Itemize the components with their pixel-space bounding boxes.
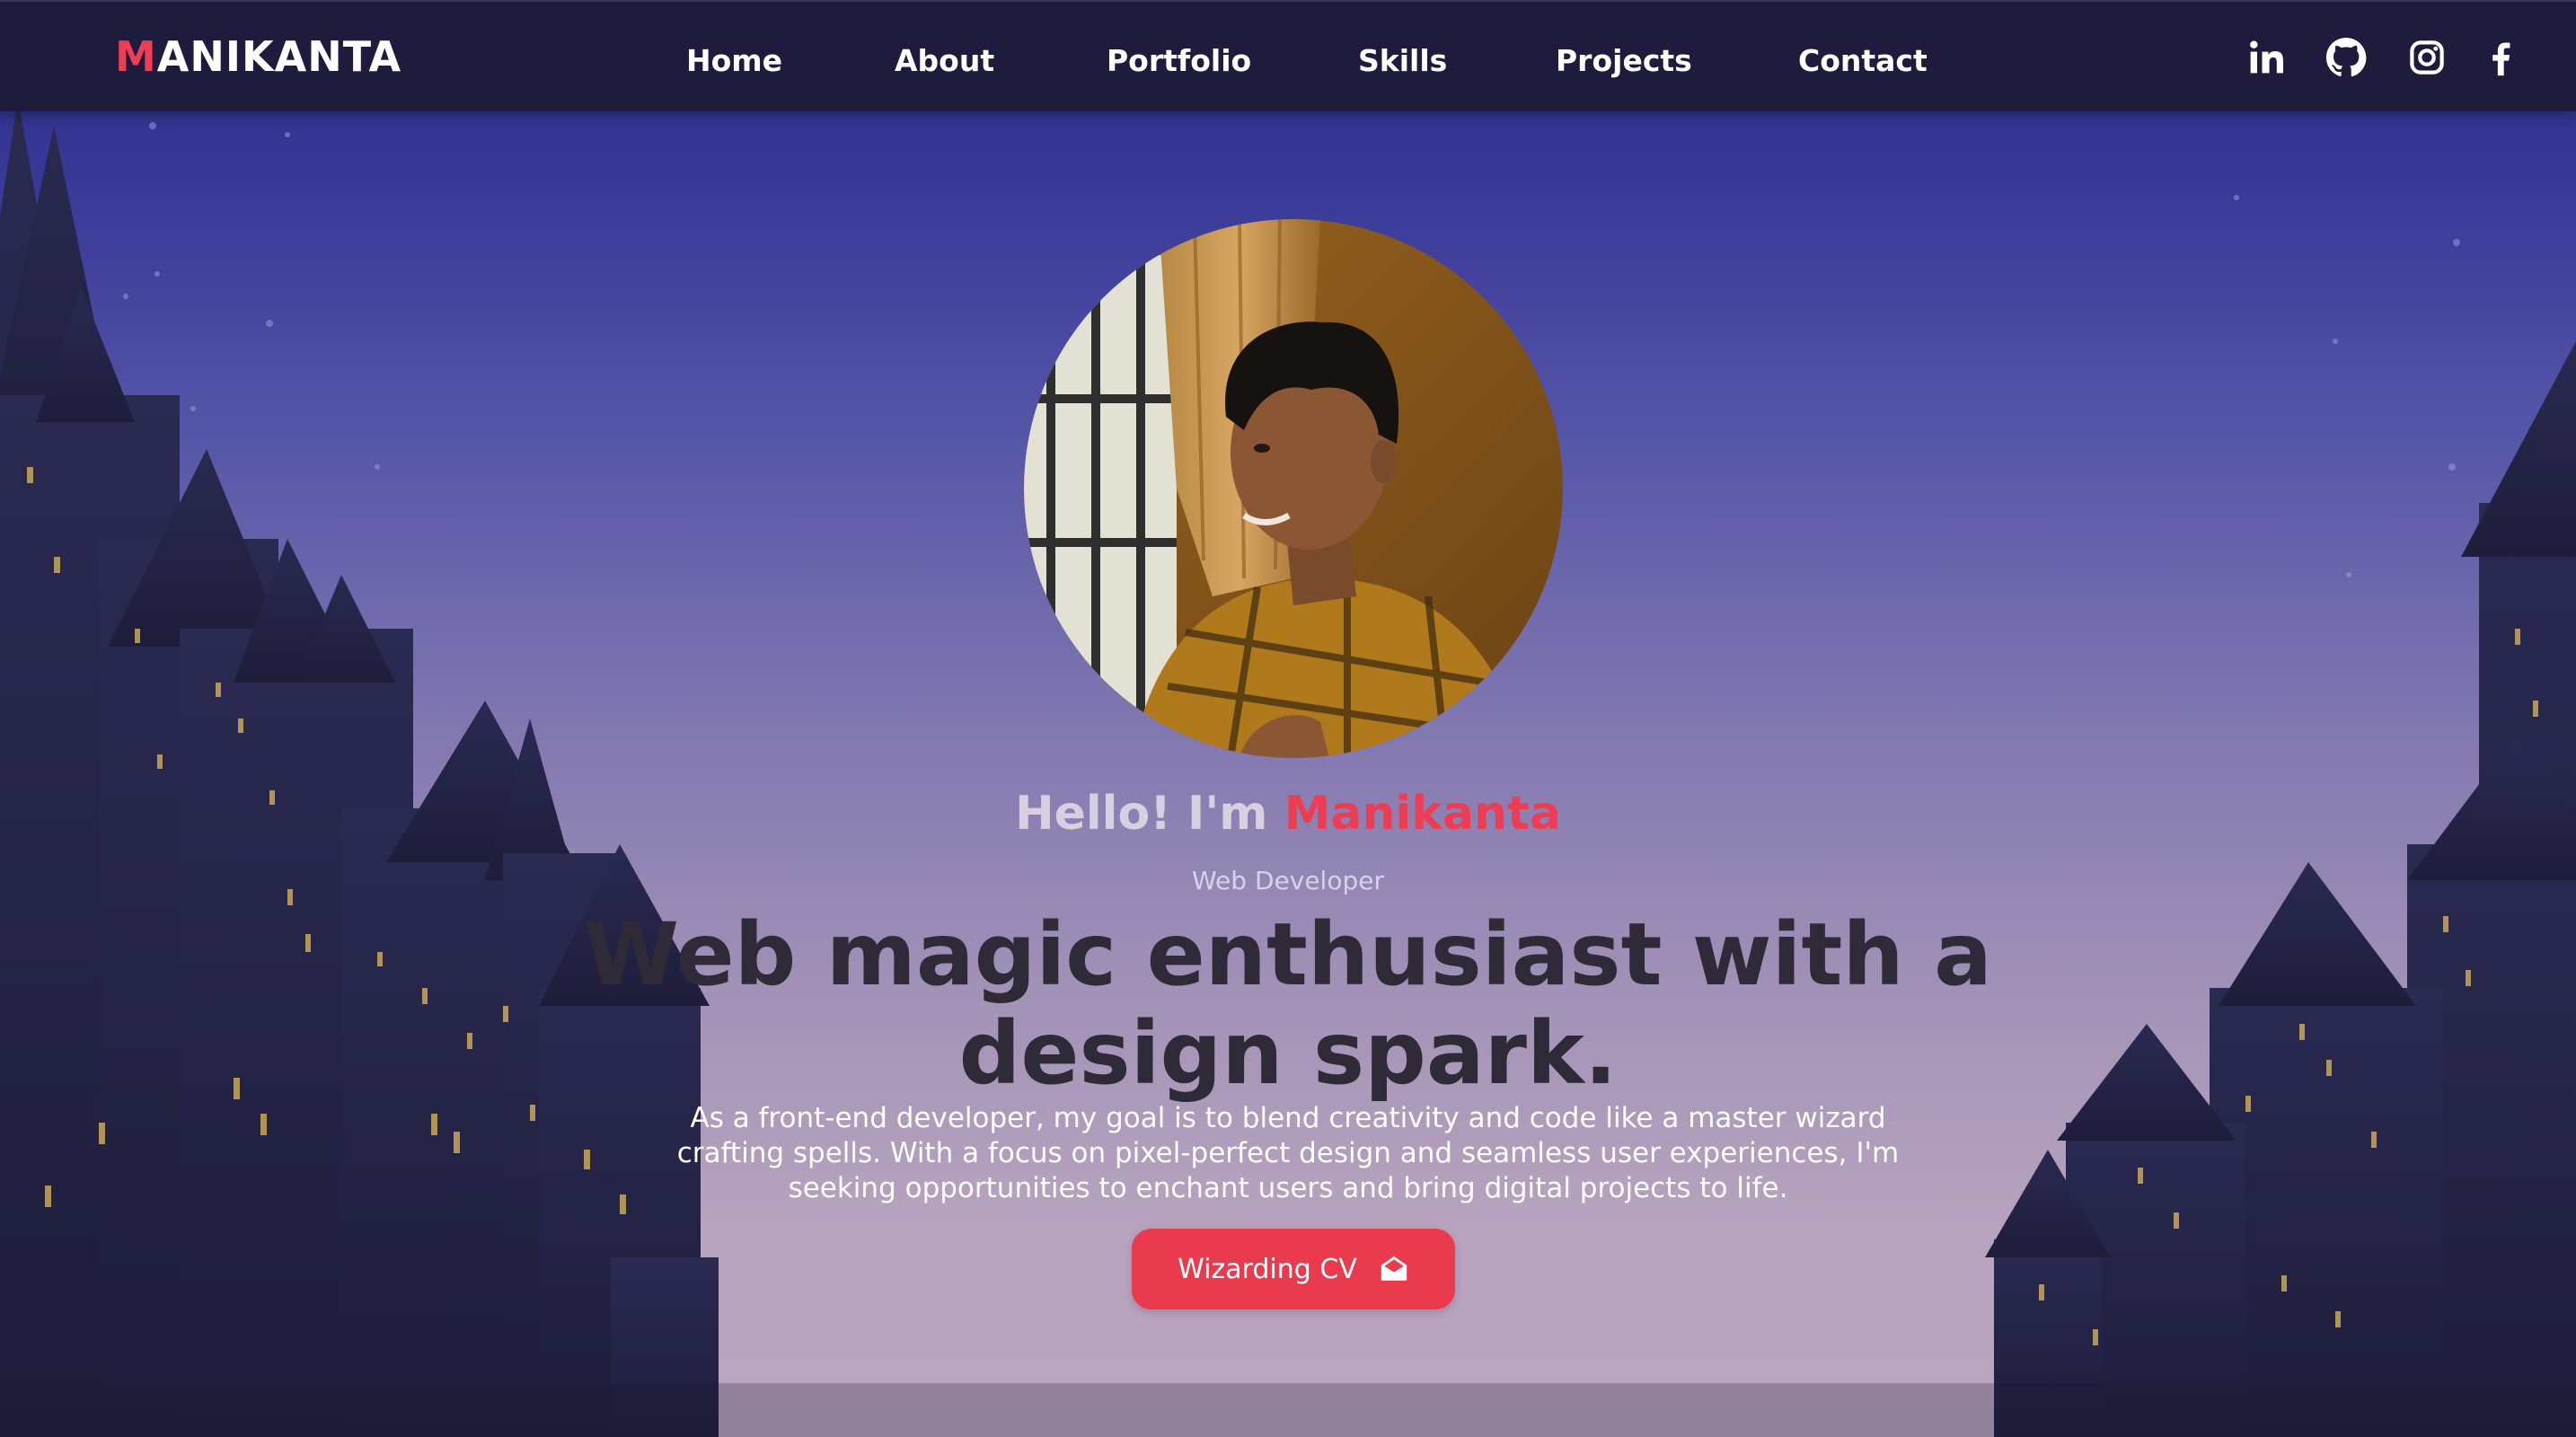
cv-button-label: Wizarding CV <box>1178 1253 1357 1285</box>
facebook-icon[interactable] <box>2475 32 2526 83</box>
hero-description: As a front-end developer, my goal is to … <box>676 1102 1900 1204</box>
hero-headline: Web magic enthusiast with a design spark… <box>584 904 1992 1104</box>
wizarding-cv-button[interactable]: Wizarding CV <box>1132 1229 1455 1309</box>
github-icon[interactable] <box>2321 32 2371 83</box>
envelope-open-icon <box>1379 1254 1409 1284</box>
nav-item-portfolio[interactable]: Portfolio <box>1107 43 1251 78</box>
nav-item-contact[interactable]: Contact <box>1798 43 1928 78</box>
brand-rest: ANIKANTA <box>156 32 402 81</box>
hero-greeting: Hello! I'm Manikanta <box>0 787 2576 841</box>
nav-item-projects[interactable]: Projects <box>1556 43 1692 78</box>
greeting-text: Hello! I'm <box>1015 787 1284 841</box>
page: MANIKANTA Home About Portfolio Skills Pr… <box>0 0 2576 1437</box>
instagram-icon[interactable] <box>2402 32 2452 83</box>
hero-role: Web Developer <box>1192 866 1384 895</box>
navbar: MANIKANTA Home About Portfolio Skills Pr… <box>0 0 2576 111</box>
hero-name: Manikanta <box>1284 787 1561 841</box>
nav-item-skills[interactable]: Skills <box>1358 43 1447 78</box>
brand-first-letter: M <box>115 32 157 81</box>
brand-logo[interactable]: MANIKANTA <box>115 32 401 81</box>
profile-photo <box>1024 219 1563 758</box>
nav-item-about[interactable]: About <box>895 43 994 78</box>
linkedin-icon[interactable] <box>2242 32 2292 83</box>
nav-item-home[interactable]: Home <box>686 43 782 78</box>
